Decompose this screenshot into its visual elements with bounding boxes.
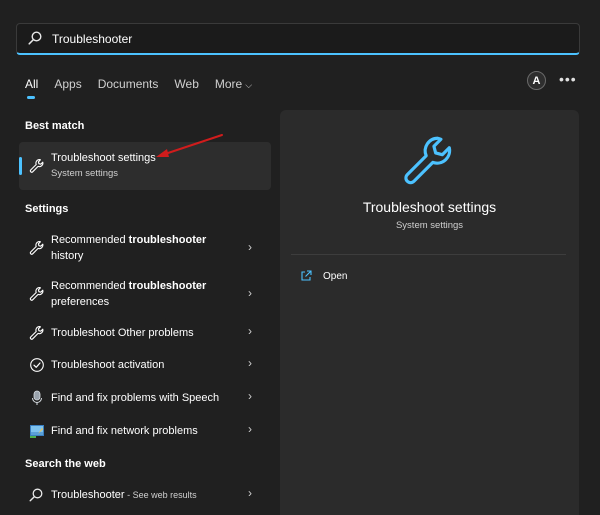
- start-search-panel: All Apps Documents Web More⌵ A ••• Best …: [0, 0, 600, 515]
- check-circle-icon: [29, 357, 45, 373]
- setting-label: Troubleshoot Other problems: [51, 327, 194, 339]
- web-search-result[interactable]: Troubleshooter - See web results ›: [19, 486, 271, 505]
- wrench-icon: [401, 133, 457, 189]
- wrench-icon: [29, 158, 45, 174]
- chevron-right-icon: ›: [248, 486, 252, 500]
- web-result-label: Troubleshooter - See web results: [51, 489, 197, 501]
- wrench-icon: [29, 240, 45, 256]
- setting-label: Troubleshoot activation: [51, 359, 165, 371]
- setting-speech[interactable]: Find and fix problems with Speech ›: [19, 389, 271, 408]
- chevron-right-icon: ›: [248, 286, 252, 300]
- network-icon: [29, 423, 45, 439]
- more-options-icon[interactable]: •••: [559, 72, 577, 86]
- tab-apps[interactable]: Apps: [54, 76, 81, 92]
- open-action[interactable]: Open: [300, 270, 347, 282]
- tab-all[interactable]: All: [25, 76, 38, 99]
- wrench-icon: [29, 325, 45, 341]
- setting-recommended-preferences[interactable]: Recommended troubleshooter preferences ›: [19, 278, 271, 314]
- best-match-heading: Best match: [25, 120, 85, 132]
- tab-web[interactable]: Web: [174, 76, 198, 92]
- detail-pane: Troubleshoot settings System settings Op…: [280, 110, 579, 515]
- chevron-right-icon: ›: [248, 422, 252, 436]
- detail-title: Troubleshoot settings: [362, 199, 497, 215]
- chevron-down-icon: ⌵: [245, 79, 253, 90]
- microphone-icon: [29, 390, 45, 406]
- setting-label: Recommended troubleshooter history: [51, 234, 207, 262]
- annotation-arrow-icon: [156, 134, 223, 157]
- settings-heading: Settings: [25, 203, 69, 215]
- setting-label: Find and fix problems with Speech: [51, 392, 220, 404]
- search-icon: [28, 30, 44, 47]
- divider: [291, 254, 566, 255]
- setting-label: Recommended troubleshooter preferences: [51, 280, 207, 308]
- account-avatar[interactable]: A: [527, 71, 546, 90]
- setting-network[interactable]: Find and fix network problems ›: [19, 422, 271, 441]
- tab-more[interactable]: More ⌵: [215, 76, 252, 93]
- detail-subtitle: System settings: [395, 220, 464, 231]
- chevron-right-icon: ›: [248, 389, 252, 403]
- search-box[interactable]: [16, 23, 580, 55]
- best-match-subtitle: System settings: [51, 168, 119, 179]
- tab-more-label: More: [214, 76, 243, 91]
- chevron-right-icon: ›: [248, 240, 252, 254]
- chevron-right-icon: ›: [248, 324, 252, 338]
- selection-indicator: [19, 157, 22, 175]
- setting-troubleshoot-other[interactable]: Troubleshoot Other problems ›: [19, 324, 271, 343]
- filter-tabs: All Apps Documents Web More ⌵: [25, 74, 268, 99]
- open-label: Open: [323, 270, 348, 282]
- wrench-icon: [29, 286, 45, 302]
- chevron-right-icon: ›: [248, 356, 252, 370]
- setting-troubleshoot-activation[interactable]: Troubleshoot activation ›: [19, 356, 271, 375]
- setting-label: Find and fix network problems: [51, 425, 198, 437]
- open-external-icon: [300, 270, 312, 282]
- setting-recommended-history[interactable]: Recommended troubleshooter history ›: [19, 232, 271, 268]
- search-input[interactable]: [52, 31, 532, 46]
- best-match-result[interactable]: Troubleshoot settings System settings: [19, 142, 271, 190]
- tab-documents[interactable]: Documents: [98, 76, 159, 92]
- search-icon: [29, 488, 45, 504]
- web-heading: Search the web: [25, 458, 106, 470]
- best-match-title: Troubleshoot settings: [51, 152, 156, 164]
